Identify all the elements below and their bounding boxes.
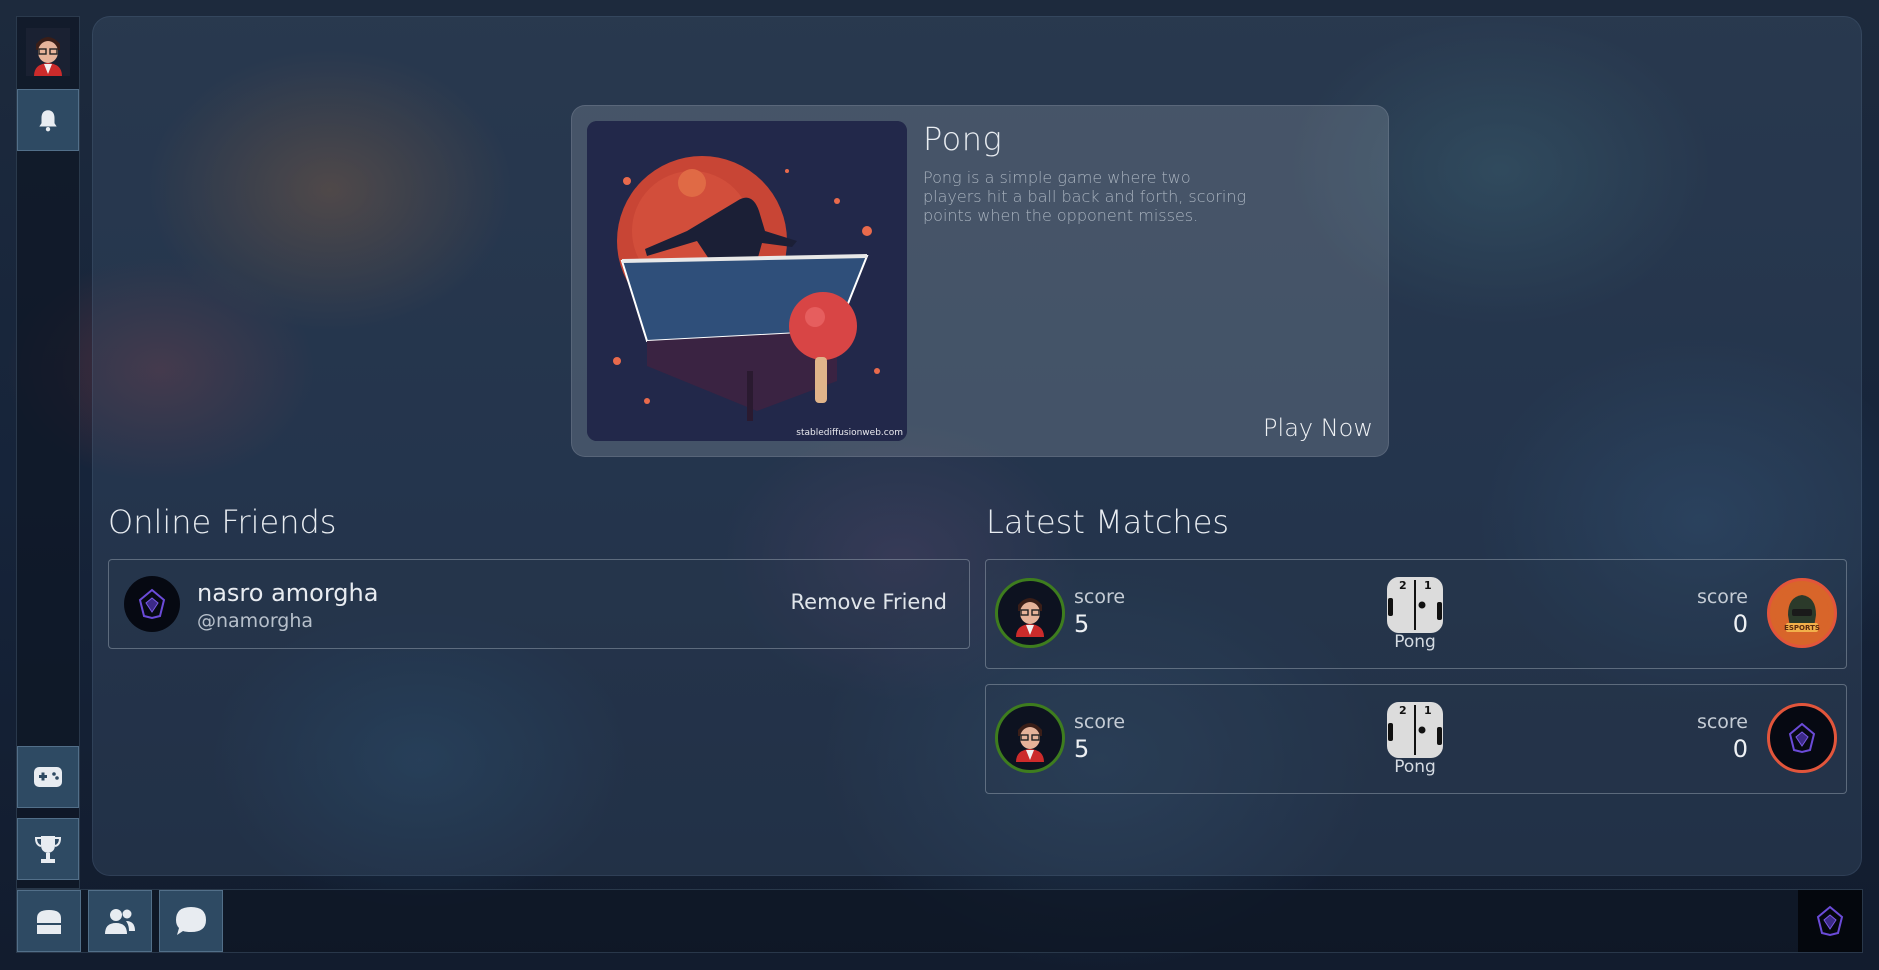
user-avatar-icon — [26, 28, 70, 76]
match-card: score 5 2 1 Pong score 0 ESPORTS — [985, 559, 1847, 669]
svg-text:2: 2 — [1399, 579, 1407, 592]
app-logo[interactable] — [1798, 890, 1862, 952]
match-game-label: Pong — [1394, 757, 1436, 777]
svg-text:1: 1 — [1424, 704, 1432, 717]
ping-pong-illustration — [587, 121, 907, 441]
right-score: 0 — [1732, 610, 1748, 638]
opponent-avatar[interactable] — [1767, 703, 1837, 773]
remove-friend-button[interactable]: Remove Friend — [791, 590, 947, 614]
pong-game-image: stablediffusionweb.com — [587, 121, 907, 441]
games-button[interactable] — [17, 746, 79, 808]
bottom-bar — [16, 889, 1863, 953]
leaderboard-button[interactable] — [17, 818, 79, 880]
shield-logo-icon — [138, 588, 166, 620]
gamepad-icon — [34, 767, 62, 787]
image-credit: stablediffusionweb.com — [796, 428, 903, 438]
right-score-label: score — [1696, 711, 1748, 733]
featured-game-card: stablediffusionweb.com Pong Pong is a si… — [571, 105, 1389, 457]
left-score: 5 — [1074, 735, 1090, 763]
left-score-label: score — [1074, 586, 1126, 608]
friends-button[interactable] — [88, 890, 152, 952]
home-button[interactable] — [17, 890, 81, 952]
chat-button[interactable] — [159, 890, 223, 952]
match-card: score 5 2 1 Pong score 0 — [985, 684, 1847, 794]
match-game-label: Pong — [1394, 632, 1436, 652]
shield-logo-icon — [1788, 722, 1816, 754]
user-avatar-icon — [1016, 598, 1044, 637]
player-avatar[interactable] — [995, 578, 1065, 648]
esports-avatar-icon: ESPORTS — [1775, 586, 1829, 640]
game-title: Pong — [923, 120, 1003, 158]
friends-icon — [105, 909, 135, 934]
pong-game-icon: 2 1 — [1387, 577, 1443, 633]
svg-text:1: 1 — [1424, 579, 1432, 592]
online-friends-heading: Online Friends — [108, 503, 337, 541]
right-score-label: score — [1696, 586, 1748, 608]
notifications-button[interactable] — [17, 89, 79, 151]
bell-icon — [39, 110, 57, 132]
pong-game-icon: 2 1 — [1387, 702, 1443, 758]
svg-text:2: 2 — [1399, 704, 1407, 717]
latest-matches-heading: Latest Matches — [986, 503, 1230, 541]
player-avatar[interactable] — [995, 703, 1065, 773]
opponent-avatar[interactable]: ESPORTS — [1767, 578, 1837, 648]
svg-text:ESPORTS: ESPORTS — [1784, 624, 1820, 632]
play-now-button[interactable]: Play Now — [1263, 414, 1373, 442]
left-score-label: score — [1074, 711, 1126, 733]
left-sidebar — [16, 16, 80, 889]
shield-logo-icon — [1816, 905, 1844, 937]
left-score: 5 — [1074, 610, 1090, 638]
right-score: 0 — [1732, 735, 1748, 763]
trophy-icon — [34, 836, 62, 863]
friend-card: nasro amorgha @namorgha Remove Friend — [108, 559, 970, 649]
user-avatar-icon — [1016, 723, 1044, 762]
home-icon — [35, 910, 63, 934]
friend-handle: @namorgha — [197, 610, 314, 632]
user-avatar[interactable] — [17, 17, 79, 87]
game-description: Pong is a simple game where two players … — [923, 168, 1247, 225]
friend-name[interactable]: nasro amorgha — [197, 579, 378, 607]
chat-icon — [176, 907, 206, 935]
main-panel: stablediffusionweb.com Pong Pong is a si… — [92, 16, 1862, 876]
friend-avatar[interactable] — [124, 576, 180, 632]
